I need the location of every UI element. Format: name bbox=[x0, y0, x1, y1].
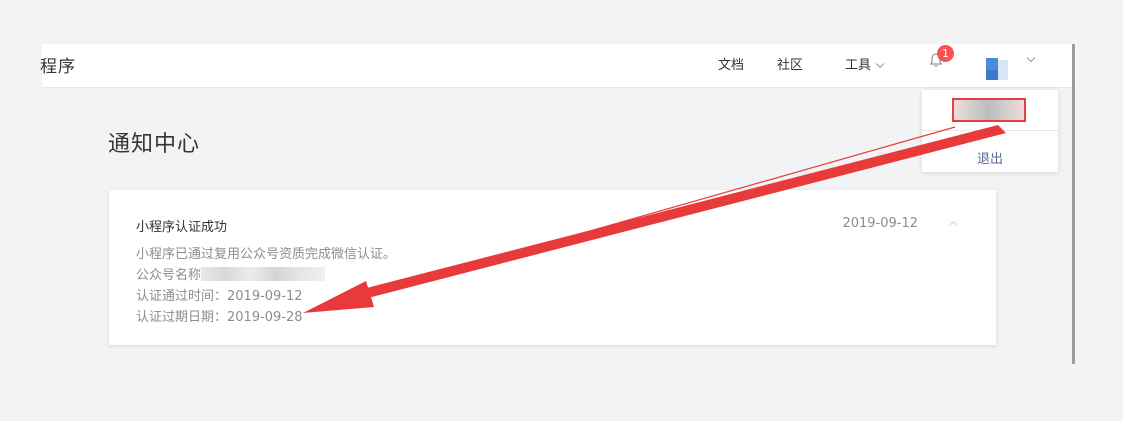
notice-date: 2019-09-12 bbox=[842, 216, 918, 231]
notice-title[interactable]: 小程序认证成功 bbox=[136, 216, 227, 235]
notice-passed-time: 认证通过时间：2019-09-12 bbox=[136, 285, 303, 304]
avatar-pixel bbox=[986, 58, 998, 70]
nav-community-link[interactable]: 社区 bbox=[777, 54, 803, 73]
expire-date-value: 2019-09-28 bbox=[227, 310, 303, 325]
account-name-label: 公众号名称 bbox=[136, 268, 202, 283]
avatar-pixel bbox=[986, 70, 998, 80]
passed-time-label: 认证通过时间： bbox=[136, 289, 228, 304]
brand-title: 程序 bbox=[40, 57, 76, 77]
redacted-account-name bbox=[201, 267, 326, 281]
scrollbar[interactable] bbox=[1072, 44, 1075, 364]
nav-tools-label: 工具 bbox=[845, 58, 872, 73]
collapse-icon[interactable] bbox=[951, 222, 956, 225]
nav-docs-link[interactable]: 文档 bbox=[718, 54, 744, 73]
account-dropdown-menu: 退出 bbox=[922, 90, 1058, 172]
chevron-down-icon[interactable] bbox=[1026, 53, 1036, 63]
page-title: 通知中心 bbox=[108, 132, 201, 157]
passed-time-value: 2019-09-12 bbox=[227, 289, 303, 304]
expire-date-label: 认证过期日期： bbox=[136, 310, 228, 325]
notice-card: 小程序认证成功 2019-09-12 小程序已通过复用公众号资质完成微信认证。 … bbox=[109, 190, 996, 345]
notice-account-name: 公众号名称 bbox=[136, 264, 326, 283]
avatar[interactable] bbox=[986, 50, 1014, 80]
nav-tools-menu[interactable]: 工具 bbox=[845, 54, 885, 73]
avatar-pixel bbox=[998, 60, 1008, 80]
notification-badge: 1 bbox=[937, 45, 954, 62]
redacted-username[interactable] bbox=[952, 98, 1026, 122]
logout-button[interactable]: 退出 bbox=[922, 148, 1058, 167]
notice-expire-date: 认证过期日期：2019-09-28 bbox=[136, 306, 303, 325]
chevron-down-icon bbox=[875, 59, 885, 69]
mp-admin-window: 程序 文档 社区 工具 1 通知中心 小程序认证成功 2019-09-12 小程… bbox=[40, 44, 1076, 364]
top-navigation-bar: 程序 文档 社区 工具 1 bbox=[40, 44, 1076, 88]
notice-body-line: 小程序已通过复用公众号资质完成微信认证。 bbox=[136, 247, 397, 262]
menu-divider bbox=[922, 130, 1058, 131]
